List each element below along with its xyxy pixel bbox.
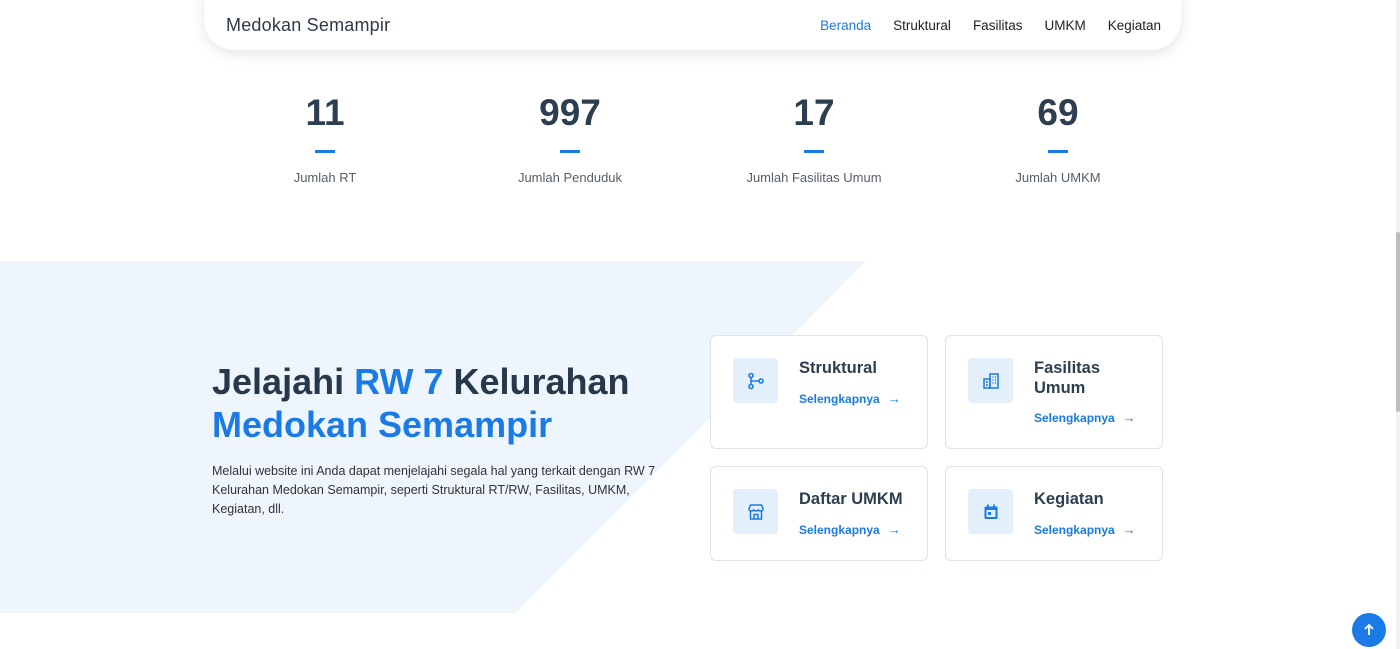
arrow-right-icon: → xyxy=(887,391,901,406)
arrow-right-icon: → xyxy=(887,522,901,537)
hero-title-accent: RW 7 xyxy=(354,361,444,402)
stat-fasilitas: 17 Jumlah Fasilitas Umum xyxy=(714,92,914,185)
hero-title: Jelajahi RW 7 Kelurahan Medokan Semampir xyxy=(212,360,692,446)
card-struktural[interactable]: Struktural Selengkapnya → xyxy=(710,335,928,449)
card-fasilitas-umum[interactable]: Fasilitas Umum Selengkapnya → xyxy=(945,335,1163,449)
nav-kegiatan[interactable]: Kegiatan xyxy=(1108,18,1161,33)
stat-divider xyxy=(804,150,824,153)
scrollbar-thumb[interactable] xyxy=(1396,232,1400,412)
card-title: Fasilitas Umum xyxy=(1034,359,1101,397)
stat-label: Jumlah RT xyxy=(293,170,357,185)
stat-divider xyxy=(1048,150,1068,153)
stat-value: 997 xyxy=(539,92,601,133)
card-daftar-umkm[interactable]: Daftar UMKM Selengkapnya → xyxy=(710,466,928,561)
stat-divider xyxy=(315,150,335,153)
stat-value: 69 xyxy=(1037,92,1079,133)
card-link-label: Selengkapnya xyxy=(799,391,880,406)
card-link-label: Selengkapnya xyxy=(799,522,880,537)
card-link-label: Selengkapnya xyxy=(1034,410,1115,425)
nav-fasilitas[interactable]: Fasilitas xyxy=(973,18,1023,33)
stat-divider xyxy=(560,150,580,153)
card-title: Kegiatan xyxy=(1034,490,1104,508)
arrow-right-icon: → xyxy=(1122,410,1136,425)
store-icon xyxy=(733,489,778,534)
hero-title-part: Jelajahi xyxy=(212,361,355,402)
stat-label: Jumlah Penduduk xyxy=(517,170,623,185)
scrollbar[interactable] xyxy=(1396,0,1400,649)
card-title: Struktural xyxy=(799,359,877,377)
arrow-right-icon: → xyxy=(1122,522,1136,537)
card-kegiatan[interactable]: Kegiatan Selengkapnya → xyxy=(945,466,1163,561)
nav-umkm[interactable]: UMKM xyxy=(1044,18,1085,33)
hero-title-part: Kelurahan xyxy=(443,361,630,402)
stat-penduduk: 997 Jumlah Penduduk xyxy=(470,92,670,185)
navbar: Medokan Semampir Beranda Struktural Fasi… xyxy=(204,0,1181,50)
stat-label: Jumlah Fasilitas Umum xyxy=(746,170,882,185)
hero-title-accent: Medokan Semampir xyxy=(212,404,553,445)
card-link[interactable]: Selengkapnya → xyxy=(1034,522,1136,537)
card-link[interactable]: Selengkapnya → xyxy=(799,391,901,406)
stat-umkm: 69 Jumlah UMKM xyxy=(958,92,1158,185)
brand-name[interactable]: Medokan Semampir xyxy=(226,15,390,36)
nav-links: Beranda Struktural Fasilitas UMKM Kegiat… xyxy=(820,18,1161,33)
card-link[interactable]: Selengkapnya → xyxy=(799,522,901,537)
building-icon xyxy=(968,358,1013,403)
card-title: Daftar UMKM xyxy=(799,490,903,508)
stat-rt: 11 Jumlah RT xyxy=(225,92,425,185)
branch-icon xyxy=(733,358,778,403)
hero-description: Melalui website ini Anda dapat menjelaja… xyxy=(212,464,656,516)
stat-value: 11 xyxy=(305,92,345,133)
nav-struktural[interactable]: Struktural xyxy=(893,18,951,33)
nav-beranda[interactable]: Beranda xyxy=(820,18,871,33)
stat-label: Jumlah UMKM xyxy=(1015,170,1101,185)
stat-value: 17 xyxy=(793,92,835,133)
scroll-to-top-button[interactable] xyxy=(1352,613,1386,647)
card-link-label: Selengkapnya xyxy=(1034,522,1115,537)
arrow-up-icon xyxy=(1364,623,1374,635)
calendar-icon xyxy=(968,489,1013,534)
card-link[interactable]: Selengkapnya → xyxy=(1034,410,1136,425)
